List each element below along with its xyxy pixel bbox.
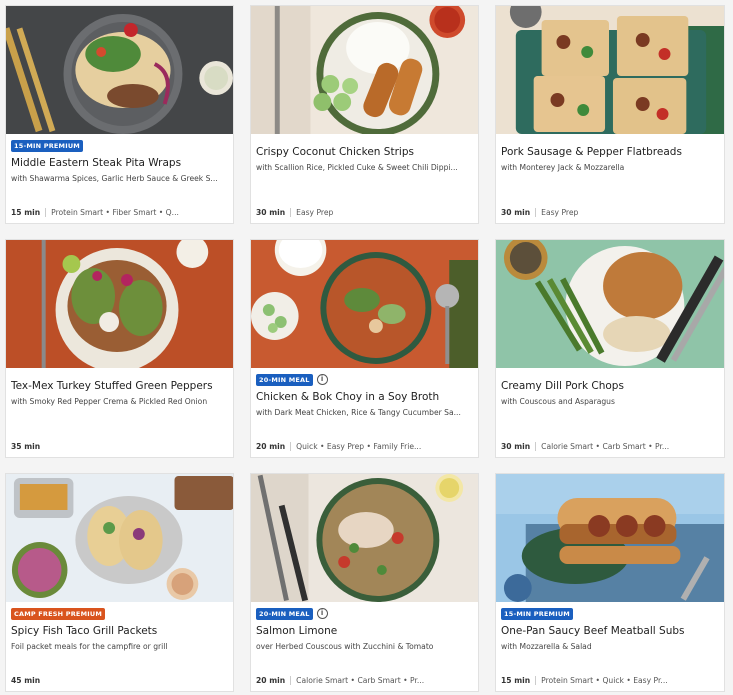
recipe-card[interactable]: Tex-Mex Turkey Stuffed Green Peppers wit… [5,239,234,458]
recipe-title[interactable]: One-Pan Saucy Beef Meatball Subs [501,624,719,638]
recipe-tags: Protein Smart • Quick • Easy Pr... [541,676,668,685]
recipe-title[interactable]: Tex-Mex Turkey Stuffed Green Peppers [11,379,228,393]
recipe-footer: 30 min Easy Prep [501,208,719,217]
recipe-image[interactable] [6,240,233,368]
recipe-title[interactable]: Salmon Limone [256,624,473,638]
cook-time: 15 min [501,676,537,685]
recipe-title[interactable]: Crispy Coconut Chicken Strips [256,145,473,159]
recipe-title[interactable]: Chicken & Bok Choy in a Soy Broth [256,390,473,404]
meal-badge: 20-MIN MEAL [256,373,313,386]
recipe-subtitle: Foil packet meals for the campfire or gr… [11,642,168,651]
recipe-image[interactable] [6,6,233,134]
recipe-title[interactable]: Middle Eastern Steak Pita Wraps [11,156,228,170]
recipe-card[interactable]: Creamy Dill Pork Chops with Couscous and… [495,239,725,458]
recipe-subtitle: with Monterey Jack & Mozzarella [501,163,625,172]
recipe-image[interactable] [496,474,724,602]
recipe-tags: Easy Prep [541,208,579,217]
recipe-card[interactable]: CAMP FRESH PREMIUM Spicy Fish Taco Grill… [5,473,234,692]
cook-time: 20 min [256,442,292,451]
recipe-subtitle: over Herbed Couscous with Zucchini & Tom… [256,642,434,651]
premium-badge: CAMP FRESH PREMIUM [11,607,106,620]
recipe-image[interactable] [496,6,724,134]
recipe-subtitle: with Smoky Red Pepper Crema & Pickled Re… [11,397,208,406]
premium-badge: 15-MIN PREMIUM [11,139,83,152]
info-icon[interactable]: i [316,374,328,385]
badge-row: CAMP FRESH PREMIUM [11,607,228,620]
recipe-title[interactable]: Pork Sausage & Pepper Flatbreads [501,145,719,159]
recipe-card[interactable]: 15-MIN PREMIUM Middle Eastern Steak Pita… [5,5,234,224]
recipe-footer: 30 min Easy Prep [256,208,473,217]
badge-row: 20-MIN MEAL i [256,373,473,386]
badge-row: 15-MIN PREMIUM [501,607,719,620]
recipe-tags: Protein Smart • Fiber Smart • Q... [51,208,179,217]
recipe-tags: Calorie Smart • Carb Smart • Pr... [541,442,670,451]
meal-badge: 20-MIN MEAL [256,607,313,620]
recipe-card[interactable]: 15-MIN PREMIUM One-Pan Saucy Beef Meatba… [495,473,725,692]
recipe-tags: Easy Prep [296,208,334,217]
recipe-subtitle: with Mozzarella & Salad [501,642,592,651]
recipe-title[interactable]: Spicy Fish Taco Grill Packets [11,624,228,638]
cook-time: 15 min [11,208,47,217]
recipe-image[interactable] [251,6,478,134]
recipe-card[interactable]: 20-MIN MEAL i Chicken & Bok Choy in a So… [250,239,479,458]
recipe-image[interactable] [251,240,478,368]
recipe-image[interactable] [496,240,724,368]
recipe-grid: 15-MIN PREMIUM Middle Eastern Steak Pita… [5,5,725,692]
recipe-image[interactable] [251,474,478,602]
cook-time: 30 min [501,442,537,451]
recipe-image[interactable] [6,474,233,602]
cook-time: 20 min [256,676,292,685]
cook-time: 35 min [11,442,41,451]
badge-row: 20-MIN MEAL i [256,607,473,620]
badge-row: 15-MIN PREMIUM [11,139,228,152]
recipe-footer: 15 min Protein Smart • Fiber Smart • Q..… [11,208,228,217]
recipe-footer: 15 min Protein Smart • Quick • Easy Pr..… [501,676,719,685]
recipe-subtitle: with Shawarma Spices, Garlic Herb Sauce … [11,174,218,183]
info-icon[interactable]: i [316,608,328,619]
recipe-footer: 20 min Calorie Smart • Carb Smart • Pr..… [256,676,473,685]
recipe-footer: 35 min [11,442,228,451]
cook-time: 45 min [11,676,41,685]
recipe-card[interactable]: 20-MIN MEAL i Salmon Limone over Herbed … [250,473,479,692]
recipe-tags: Calorie Smart • Carb Smart • Pr... [296,676,425,685]
recipe-card[interactable]: Pork Sausage & Pepper Flatbreads with Mo… [495,5,725,224]
recipe-subtitle: with Scallion Rice, Pickled Cuke & Sweet… [256,163,458,172]
recipe-footer: 30 min Calorie Smart • Carb Smart • Pr..… [501,442,719,451]
premium-badge: 15-MIN PREMIUM [501,607,573,620]
recipe-subtitle: with Dark Meat Chicken, Rice & Tangy Cuc… [256,408,461,417]
recipe-subtitle: with Couscous and Asparagus [501,397,615,406]
recipe-footer: 20 min Quick • Easy Prep • Family Frie..… [256,442,473,451]
recipe-title[interactable]: Creamy Dill Pork Chops [501,379,719,393]
recipe-tags: Quick • Easy Prep • Family Frie... [296,442,422,451]
cook-time: 30 min [256,208,292,217]
cook-time: 30 min [501,208,537,217]
recipe-card[interactable]: Crispy Coconut Chicken Strips with Scall… [250,5,479,224]
recipe-footer: 45 min [11,676,228,685]
